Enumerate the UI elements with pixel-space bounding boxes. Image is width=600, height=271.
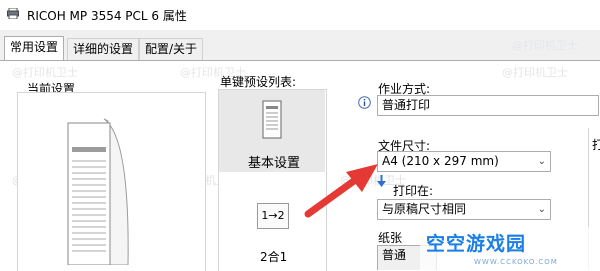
preset-list-label: 单键预设列表: [220,75,297,89]
watermark: @打印机卫士 [512,39,578,52]
tab-config-about[interactable]: 配置/关于 [139,38,204,60]
right-group-label: 打 [592,138,600,152]
window-title: RICOH MP 3554 PCL 6 属性 [27,9,187,23]
overlay-logo-url: WWW.CCKOKO.COM [474,258,558,266]
tab-detailed-settings[interactable]: 详细的设置 [67,38,140,60]
watermark: @打印机卫士 [12,66,78,79]
watermark: @打印机卫士 [502,66,568,79]
job-type-value: 普通打印 [382,98,431,112]
paper-label: 纸张 [378,231,403,245]
print-on-value: 与原稿尺寸相同 [382,202,467,216]
paper-type-value: 普通 [382,248,407,262]
document-preview-icon [67,118,129,265]
chevron-down-icon: ⌄ [537,204,546,215]
info-icon [358,96,371,109]
print-on-label: 打印在: [393,184,434,198]
two-in-one-icon: 1→2 [257,203,289,229]
printer-icon [7,8,19,19]
chevron-down-icon: ⌄ [537,156,546,167]
overlay-logo-text: 空空游戏园 [426,233,527,255]
tab-common-settings[interactable]: 常用设置 [4,36,65,61]
preset-item-2in1-label[interactable]: 2合1 [260,248,287,265]
preset-item-basic-label: 基本设置 [248,156,301,171]
annotation-arrow [304,164,378,218]
document-size-value: A4 (210 x 297 mm) [382,154,499,168]
print-on-select[interactable]: 与原稿尺寸相同 ⌄ [377,199,551,220]
job-type-select[interactable]: 普通打印 [377,95,599,116]
document-size-select[interactable]: A4 (210 x 297 mm) ⌄ [377,151,551,172]
document-icon [262,100,282,139]
